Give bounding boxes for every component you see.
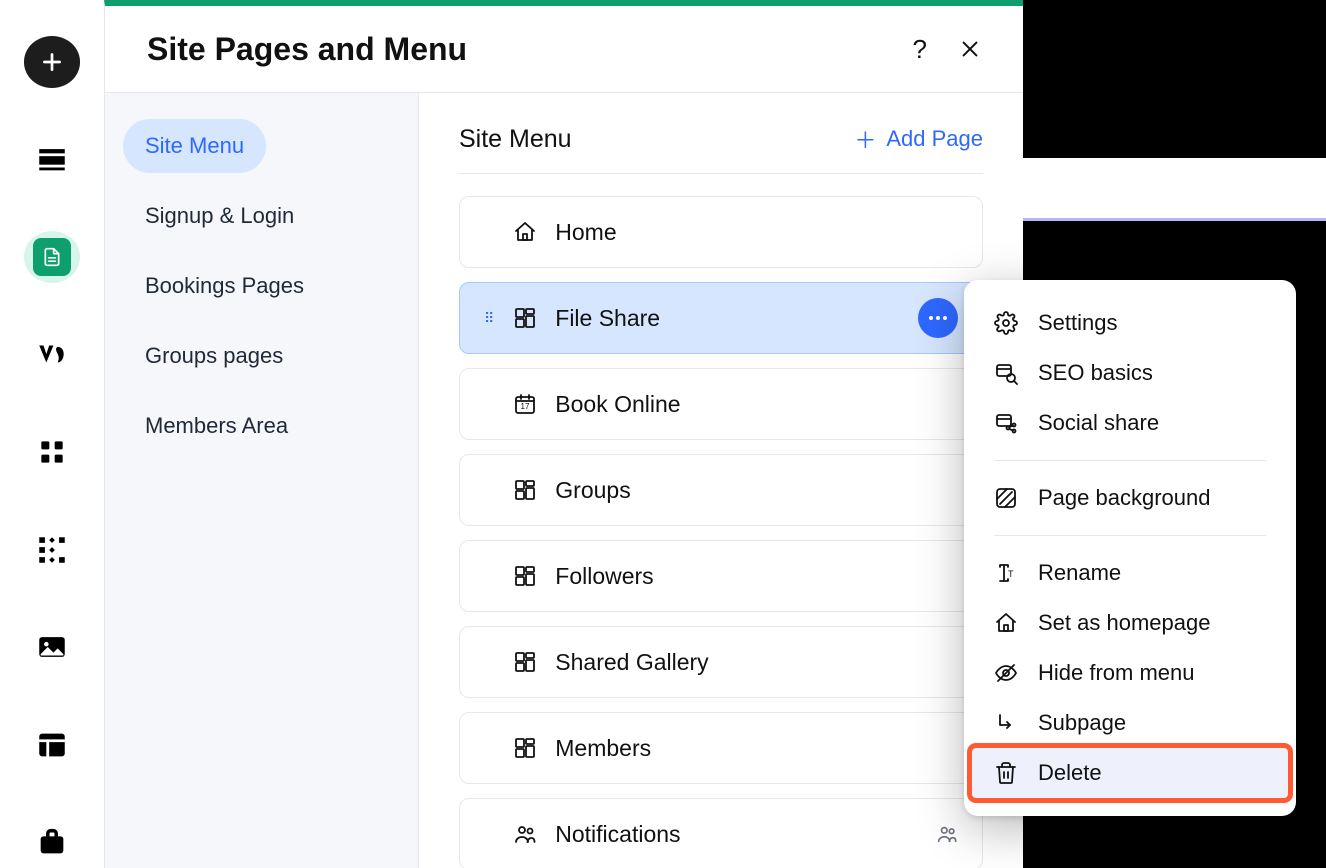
page-context-menu: Settings SEO basics Social share Page ba…	[964, 280, 1296, 816]
background-icon	[994, 486, 1018, 510]
media-button[interactable]	[24, 621, 80, 673]
pages-icon	[33, 238, 71, 276]
apps-button[interactable]	[24, 426, 80, 478]
panel-header-actions: ?	[913, 34, 981, 65]
menu-item-set-homepage[interactable]: Set as homepage	[964, 598, 1296, 648]
site-pages-panel: Site Pages and Menu ? Site Menu Signup &…	[104, 0, 1023, 868]
page-label: Notifications	[555, 821, 680, 848]
page-row-members[interactable]: ⠿ Members	[459, 712, 983, 784]
seo-icon	[994, 361, 1018, 385]
sidebar-item-bookings[interactable]: Bookings Pages	[123, 259, 326, 313]
sidebar-item-signup-login[interactable]: Signup & Login	[123, 189, 316, 243]
page-label: Book Online	[555, 391, 680, 418]
content-manager-button[interactable]	[24, 719, 80, 771]
panel-main: Site Menu ＋ Add Page ⠿ Home ⠿	[419, 93, 1023, 868]
gear-icon	[994, 311, 1018, 335]
home-icon	[513, 220, 537, 244]
dashboard-icon	[513, 564, 537, 588]
page-list: ⠿ Home ⠿ File Share	[459, 196, 983, 868]
page-row-shared-gallery[interactable]: ⠿ Shared Gallery	[459, 626, 983, 698]
dashboard-icon	[513, 736, 537, 760]
main-section-title: Site Menu	[459, 125, 572, 154]
sidebar-item-members-area[interactable]: Members Area	[123, 399, 310, 453]
menu-separator	[994, 535, 1266, 536]
menu-item-label: Social share	[1038, 410, 1159, 436]
add-element-button[interactable]	[24, 36, 80, 88]
menu-item-label: Delete	[1038, 760, 1102, 786]
menu-item-settings[interactable]: Settings	[964, 298, 1296, 348]
app-market-button[interactable]	[24, 524, 80, 576]
people-icon	[513, 822, 537, 846]
hide-icon	[994, 661, 1018, 685]
social-share-icon	[994, 411, 1018, 435]
trash-icon	[994, 761, 1018, 785]
page-label: Groups	[555, 477, 630, 504]
page-label: Members	[555, 735, 651, 762]
menu-item-label: SEO basics	[1038, 360, 1153, 386]
page-row-book-online[interactable]: ⠿ 17 Book Online	[459, 368, 983, 440]
left-toolbar	[0, 0, 104, 868]
drag-handle-icon[interactable]: ⠿	[484, 310, 495, 327]
menu-item-hide[interactable]: Hide from menu	[964, 648, 1296, 698]
add-page-button[interactable]: ＋ Add Page	[854, 123, 983, 155]
sections-button[interactable]	[24, 134, 80, 186]
dashboard-icon	[513, 478, 537, 502]
page-more-button[interactable]	[918, 298, 958, 338]
rename-icon: T	[994, 561, 1018, 585]
page-row-home[interactable]: ⠿ Home	[459, 196, 983, 268]
menu-item-label: Set as homepage	[1038, 610, 1210, 636]
menu-item-page-background[interactable]: Page background	[964, 473, 1296, 523]
sidebar-item-site-menu[interactable]: Site Menu	[123, 119, 266, 173]
page-label: Shared Gallery	[555, 649, 708, 676]
page-row-followers[interactable]: ⠿ Followers	[459, 540, 983, 612]
panel-sidebar: Site Menu Signup & Login Bookings Pages …	[105, 93, 419, 868]
page-row-groups[interactable]: ⠿ Groups	[459, 454, 983, 526]
members-only-icon	[936, 823, 958, 845]
add-page-label: Add Page	[886, 126, 983, 152]
pages-menu-button[interactable]	[24, 231, 80, 283]
menu-item-rename[interactable]: T Rename	[964, 548, 1296, 598]
design-button[interactable]	[24, 329, 80, 381]
menu-item-label: Subpage	[1038, 710, 1126, 736]
help-icon[interactable]: ?	[913, 34, 927, 65]
menu-item-label: Settings	[1038, 310, 1118, 336]
dashboard-icon	[513, 306, 537, 330]
page-label: Home	[555, 219, 616, 246]
menu-item-label: Rename	[1038, 560, 1121, 586]
menu-item-label: Page background	[1038, 485, 1210, 511]
close-icon[interactable]	[959, 38, 981, 60]
svg-text:17: 17	[521, 402, 530, 411]
menu-separator	[994, 460, 1266, 461]
business-button[interactable]	[24, 817, 80, 868]
page-label: Followers	[555, 563, 653, 590]
dashboard-icon	[513, 650, 537, 674]
menu-item-social-share[interactable]: Social share	[964, 398, 1296, 448]
page-row-file-share[interactable]: ⠿ File Share	[459, 282, 983, 354]
panel-title: Site Pages and Menu	[147, 31, 467, 68]
calendar-icon: 17	[513, 392, 537, 416]
menu-item-label: Hide from menu	[1038, 660, 1195, 686]
menu-item-delete[interactable]: Delete	[972, 748, 1288, 798]
home-icon	[994, 611, 1018, 635]
menu-item-subpage[interactable]: Subpage	[964, 698, 1296, 748]
subpage-icon	[994, 711, 1018, 735]
plus-icon: ＋	[854, 123, 876, 155]
page-label: File Share	[555, 305, 660, 332]
svg-text:T: T	[1008, 569, 1014, 579]
panel-header: Site Pages and Menu ?	[105, 6, 1023, 92]
sidebar-item-groups[interactable]: Groups pages	[123, 329, 305, 383]
page-row-notifications[interactable]: ⠿ Notifications	[459, 798, 983, 868]
menu-item-seo[interactable]: SEO basics	[964, 348, 1296, 398]
